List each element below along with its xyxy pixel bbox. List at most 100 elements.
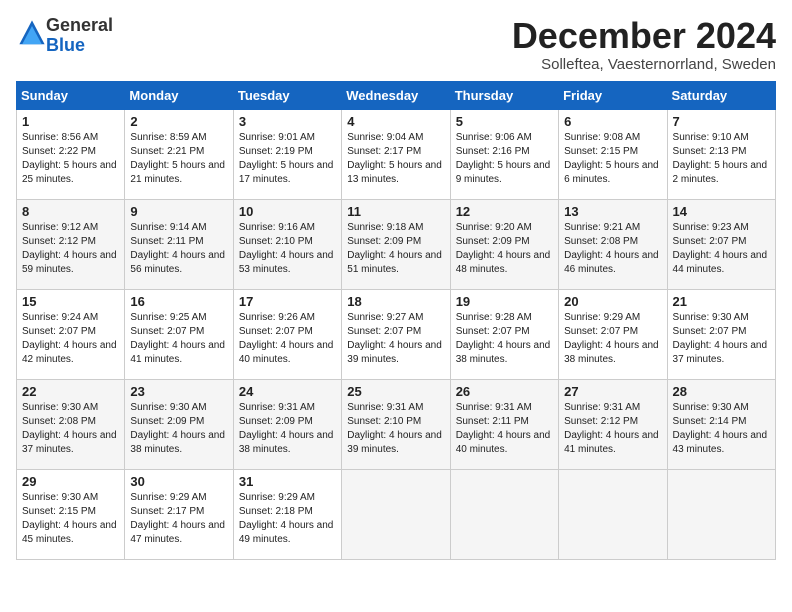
day-number: 2 <box>130 114 227 129</box>
day-number: 26 <box>456 384 553 399</box>
calendar-week-row: 22 Sunrise: 9:30 AMSunset: 2:08 PMDayligh… <box>17 379 776 469</box>
logo: General Blue <box>16 16 113 56</box>
calendar-day-cell: 23 Sunrise: 9:30 AMSunset: 2:09 PMDayligh… <box>125 379 233 469</box>
calendar-day-cell: 6Sunrise: 9:08 AMSunset: 2:15 PMDaylight… <box>559 109 667 199</box>
weekday-header-cell: Sunday <box>17 81 125 109</box>
day-number: 27 <box>564 384 661 399</box>
day-info: Sunrise: 9:14 AMSunset: 2:11 PMDaylight:… <box>130 221 227 277</box>
day-number: 11 <box>347 204 444 219</box>
calendar-day-cell: 2 Sunrise: 8:59 AMSunset: 2:21 PMDaylight… <box>125 109 233 199</box>
calendar-day-cell: 11 Sunrise: 9:18 AMSunset: 2:09 PMDayligh… <box>342 199 450 289</box>
calendar-day-cell: 7Sunrise: 9:10 AMSunset: 2:13 PMDaylight… <box>667 109 775 199</box>
calendar-week-row: 8 Sunrise: 9:12 AMSunset: 2:12 PMDaylight… <box>17 199 776 289</box>
day-number: 17 <box>239 294 336 309</box>
calendar-day-cell: 8 Sunrise: 9:12 AMSunset: 2:12 PMDaylight… <box>17 199 125 289</box>
day-info: Sunrise: 9:12 AMSunset: 2:12 PMDaylight:… <box>22 221 119 277</box>
day-info: Sunrise: 9:16 AMSunset: 2:10 PMDaylight:… <box>239 221 336 277</box>
calendar-day-cell: 9 Sunrise: 9:14 AMSunset: 2:11 PMDaylight… <box>125 199 233 289</box>
day-number: 24 <box>239 384 336 399</box>
day-number: 31 <box>239 474 336 489</box>
calendar-day-cell <box>450 469 558 559</box>
day-info: Sunrise: 9:31 AMSunset: 2:09 PMDaylight:… <box>239 401 336 457</box>
calendar-day-cell <box>667 469 775 559</box>
calendar-day-cell: 20 Sunrise: 9:29 AMSunset: 2:07 PMDayligh… <box>559 289 667 379</box>
day-number: 6 <box>564 114 661 129</box>
day-number: 22 <box>22 384 119 399</box>
calendar-week-row: 1 Sunrise: 8:56 AMSunset: 2:22 PMDaylight… <box>17 109 776 199</box>
day-info: Sunrise: 9:30 AMSunset: 2:07 PMDaylight:… <box>673 311 770 367</box>
day-number: 5 <box>456 114 553 129</box>
weekday-header-cell: Wednesday <box>342 81 450 109</box>
day-number: 12 <box>456 204 553 219</box>
day-number: 23 <box>130 384 227 399</box>
calendar-day-cell <box>342 469 450 559</box>
calendar-day-cell: 4 Sunrise: 9:04 AMSunset: 2:17 PMDaylight… <box>342 109 450 199</box>
calendar-day-cell: 10 Sunrise: 9:16 AMSunset: 2:10 PMDayligh… <box>233 199 341 289</box>
day-number: 14 <box>673 204 770 219</box>
day-info: Sunrise: 9:29 AMSunset: 2:18 PMDaylight:… <box>239 491 336 547</box>
day-number: 28 <box>673 384 770 399</box>
day-info: Sunrise: 9:20 AMSunset: 2:09 PMDaylight:… <box>456 221 553 277</box>
day-number: 3 <box>239 114 336 129</box>
day-info: Sunrise: 9:30 AMSunset: 2:09 PMDaylight:… <box>130 401 227 457</box>
logo-line2: Blue <box>46 36 113 56</box>
day-info: Sunrise: 9:27 AMSunset: 2:07 PMDaylight:… <box>347 311 444 367</box>
weekday-header-cell: Tuesday <box>233 81 341 109</box>
day-number: 10 <box>239 204 336 219</box>
day-info: Sunrise: 9:30 AMSunset: 2:14 PMDaylight:… <box>673 401 770 457</box>
day-number: 19 <box>456 294 553 309</box>
day-number: 7 <box>673 114 770 129</box>
day-number: 18 <box>347 294 444 309</box>
calendar-day-cell: 16Sunrise: 9:25 AMSunset: 2:07 PMDayligh… <box>125 289 233 379</box>
day-number: 15 <box>22 294 119 309</box>
weekday-header-cell: Friday <box>559 81 667 109</box>
calendar-day-cell: 17 Sunrise: 9:26 AMSunset: 2:07 PMDayligh… <box>233 289 341 379</box>
month-title: December 2024 <box>512 16 776 56</box>
day-info: Sunrise: 9:21 AMSunset: 2:08 PMDaylight:… <box>564 221 661 277</box>
day-info: Sunrise: 8:56 AMSunset: 2:22 PMDaylight:… <box>22 131 119 187</box>
calendar-day-cell: 13 Sunrise: 9:21 AMSunset: 2:08 PMDayligh… <box>559 199 667 289</box>
calendar-day-cell: 14 Sunrise: 9:23 AMSunset: 2:07 PMDayligh… <box>667 199 775 289</box>
calendar-day-cell: 27Sunrise: 9:31 AMSunset: 2:12 PMDayligh… <box>559 379 667 469</box>
day-number: 13 <box>564 204 661 219</box>
day-info: Sunrise: 9:30 AMSunset: 2:15 PMDaylight:… <box>22 491 119 547</box>
calendar-day-cell: 12 Sunrise: 9:20 AMSunset: 2:09 PMDayligh… <box>450 199 558 289</box>
calendar-day-cell: 18 Sunrise: 9:27 AMSunset: 2:07 PMDayligh… <box>342 289 450 379</box>
calendar-day-cell <box>559 469 667 559</box>
day-info: Sunrise: 9:23 AMSunset: 2:07 PMDaylight:… <box>673 221 770 277</box>
calendar-body: 1 Sunrise: 8:56 AMSunset: 2:22 PMDaylight… <box>17 109 776 559</box>
day-info: Sunrise: 9:31 AMSunset: 2:10 PMDaylight:… <box>347 401 444 457</box>
calendar-day-cell: 29Sunrise: 9:30 AMSunset: 2:15 PMDayligh… <box>17 469 125 559</box>
logo-line1: General <box>46 16 113 36</box>
day-info: Sunrise: 9:29 AMSunset: 2:07 PMDaylight:… <box>564 311 661 367</box>
day-number: 1 <box>22 114 119 129</box>
day-info: Sunrise: 9:04 AMSunset: 2:17 PMDaylight:… <box>347 131 444 187</box>
calendar-day-cell: 22 Sunrise: 9:30 AMSunset: 2:08 PMDayligh… <box>17 379 125 469</box>
weekday-header-cell: Thursday <box>450 81 558 109</box>
day-info: Sunrise: 9:18 AMSunset: 2:09 PMDaylight:… <box>347 221 444 277</box>
day-number: 9 <box>130 204 227 219</box>
day-number: 20 <box>564 294 661 309</box>
location-title: Solleftea, Vaesternorrland, Sweden <box>512 56 776 73</box>
day-number: 4 <box>347 114 444 129</box>
calendar-week-row: 15Sunrise: 9:24 AMSunset: 2:07 PMDayligh… <box>17 289 776 379</box>
title-area: December 2024 Solleftea, Vaesternorrland… <box>512 16 776 73</box>
calendar-day-cell: 26 Sunrise: 9:31 AMSunset: 2:11 PMDayligh… <box>450 379 558 469</box>
day-info: Sunrise: 9:31 AMSunset: 2:11 PMDaylight:… <box>456 401 553 457</box>
calendar-table: SundayMondayTuesdayWednesdayThursdayFrid… <box>16 81 776 560</box>
day-info: Sunrise: 9:29 AMSunset: 2:17 PMDaylight:… <box>130 491 227 547</box>
calendar-day-cell: 3Sunrise: 9:01 AMSunset: 2:19 PMDaylight… <box>233 109 341 199</box>
weekday-header-cell: Monday <box>125 81 233 109</box>
calendar-day-cell: 1 Sunrise: 8:56 AMSunset: 2:22 PMDaylight… <box>17 109 125 199</box>
calendar-day-cell: 25Sunrise: 9:31 AMSunset: 2:10 PMDayligh… <box>342 379 450 469</box>
calendar-day-cell: 24 Sunrise: 9:31 AMSunset: 2:09 PMDayligh… <box>233 379 341 469</box>
calendar-day-cell: 19Sunrise: 9:28 AMSunset: 2:07 PMDayligh… <box>450 289 558 379</box>
calendar-day-cell: 15Sunrise: 9:24 AMSunset: 2:07 PMDayligh… <box>17 289 125 379</box>
day-number: 21 <box>673 294 770 309</box>
day-number: 8 <box>22 204 119 219</box>
day-info: Sunrise: 9:30 AMSunset: 2:08 PMDaylight:… <box>22 401 119 457</box>
day-info: Sunrise: 9:26 AMSunset: 2:07 PMDaylight:… <box>239 311 336 367</box>
day-info: Sunrise: 8:59 AMSunset: 2:21 PMDaylight:… <box>130 131 227 187</box>
day-info: Sunrise: 9:06 AMSunset: 2:16 PMDaylight:… <box>456 131 553 187</box>
calendar-day-cell: 30Sunrise: 9:29 AMSunset: 2:17 PMDayligh… <box>125 469 233 559</box>
